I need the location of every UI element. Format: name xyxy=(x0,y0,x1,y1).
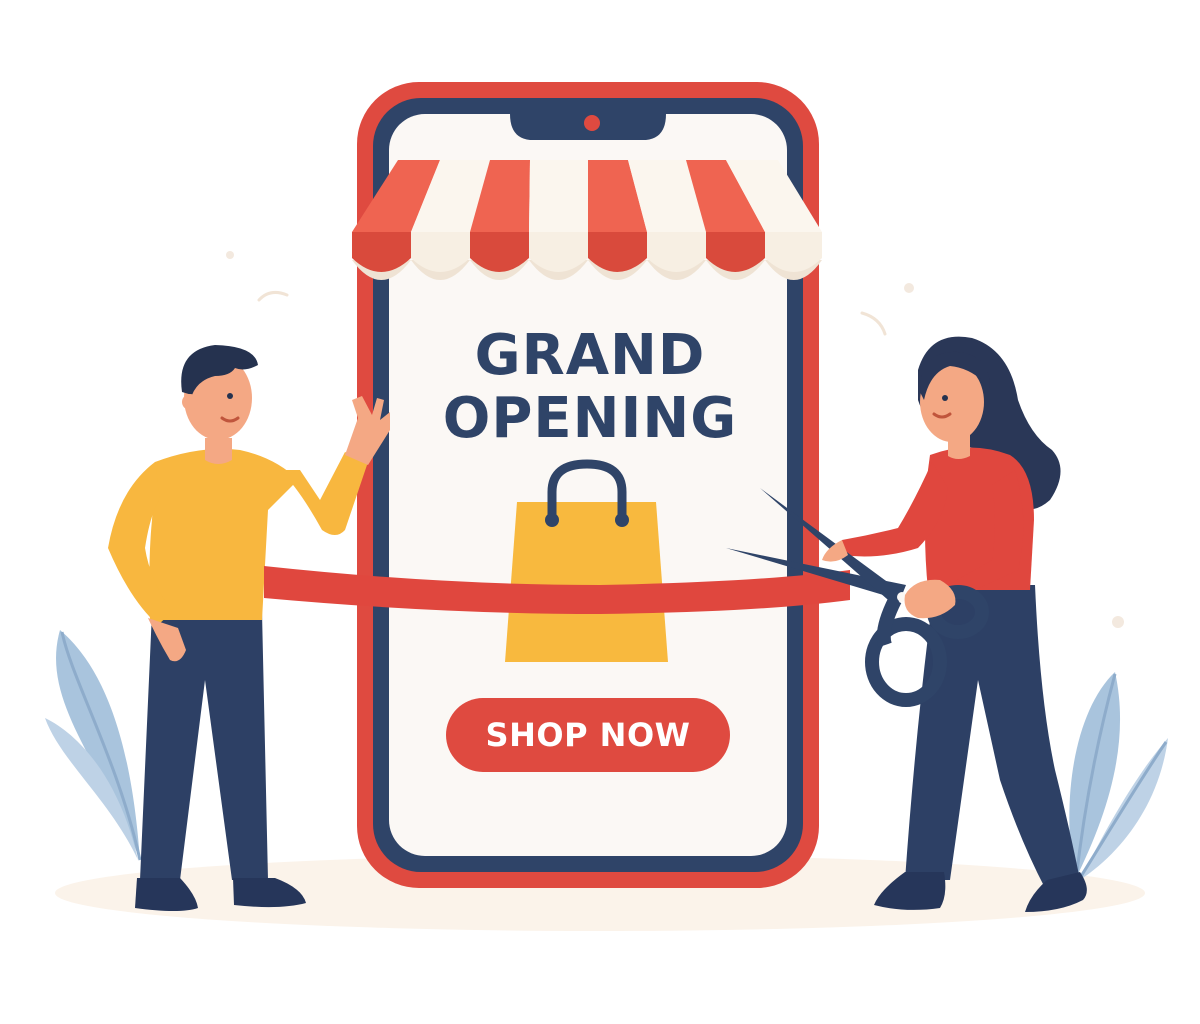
headline-opening: OPENING xyxy=(442,386,738,451)
shop-now-button[interactable]: SHOP NOW xyxy=(446,698,730,772)
left-plant xyxy=(45,630,142,861)
headline-grand: GRAND xyxy=(474,323,706,388)
grand-opening-illustration xyxy=(45,82,1168,931)
man-figure xyxy=(108,345,390,911)
right-plant xyxy=(1069,672,1168,881)
